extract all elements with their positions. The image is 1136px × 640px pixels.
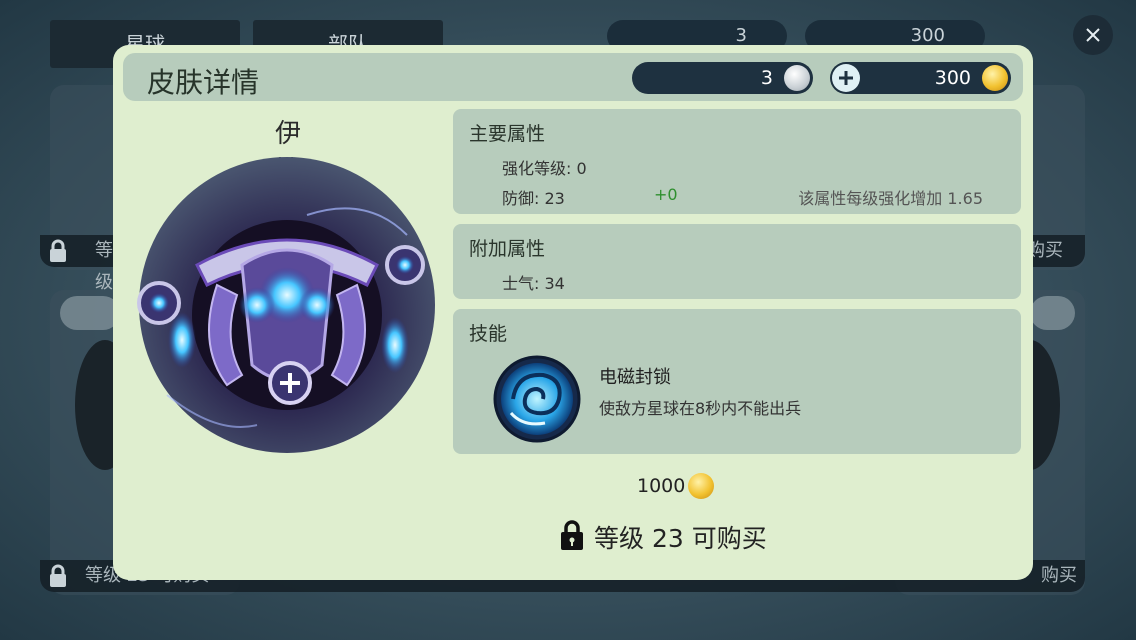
bg-card-lockbar: 购买 (1027, 235, 1085, 267)
gold-currency: 300 (830, 62, 1011, 94)
gold-coin-icon (982, 65, 1008, 91)
lock-icon (561, 520, 583, 550)
bg-card-lockbar: 等级 (40, 235, 113, 293)
skin-portrait (137, 157, 435, 453)
purchase-requirement: 等级 23 可购买 (594, 524, 767, 553)
skin-detail-dialog: 皮肤详情 3 300 伊娃 (113, 45, 1033, 580)
silver-currency: 3 (632, 62, 813, 94)
skill-panel: 技能 电磁封锁 使敌方星球在8秒内不能出兵 (453, 309, 1021, 454)
extra-attributes-panel: 附加属性 士气: 34 (453, 224, 1021, 299)
silver-coin-icon (784, 65, 810, 91)
plus-icon (839, 71, 853, 85)
gold-coin-icon (688, 473, 714, 499)
dialog-header: 皮肤详情 3 300 (123, 53, 1023, 101)
defense-bonus: +0 (654, 185, 678, 204)
defense-value: 防御: 23 (502, 189, 565, 208)
main-attributes-heading: 主要属性 (469, 123, 546, 145)
bg-pill (1030, 296, 1075, 330)
close-button[interactable] (1073, 15, 1113, 55)
skill-vortex-icon[interactable] (493, 355, 581, 443)
close-icon (1086, 28, 1100, 42)
bg-lock-label: 等级 (95, 240, 113, 293)
bg-pill (60, 296, 120, 330)
main-attributes-panel: 主要属性 强化等级: 0 防御: 23 +0 该属性每级强化增加 1.65 (453, 109, 1021, 214)
morale-value: 士气: 34 (502, 274, 565, 293)
bg-lock-label: 购买 (1041, 565, 1077, 586)
enhance-level: 强化等级: 0 (502, 159, 587, 178)
per-level-note: 该属性每级强化增加 1.65 (798, 189, 983, 208)
dialog-title: 皮肤详情 (147, 66, 260, 99)
skill-description: 使敌方星球在8秒内不能出兵 (599, 399, 802, 418)
extra-attributes-heading: 附加属性 (469, 238, 546, 260)
silver-value: 3 (760, 67, 773, 89)
skill-heading: 技能 (469, 323, 508, 345)
lock-icon (50, 564, 66, 587)
gold-value: 300 (934, 67, 971, 89)
add-currency-button[interactable] (832, 64, 860, 92)
skill-name: 电磁封锁 (599, 367, 671, 388)
skin-price: 1000 (637, 475, 686, 497)
lock-icon (50, 239, 66, 262)
